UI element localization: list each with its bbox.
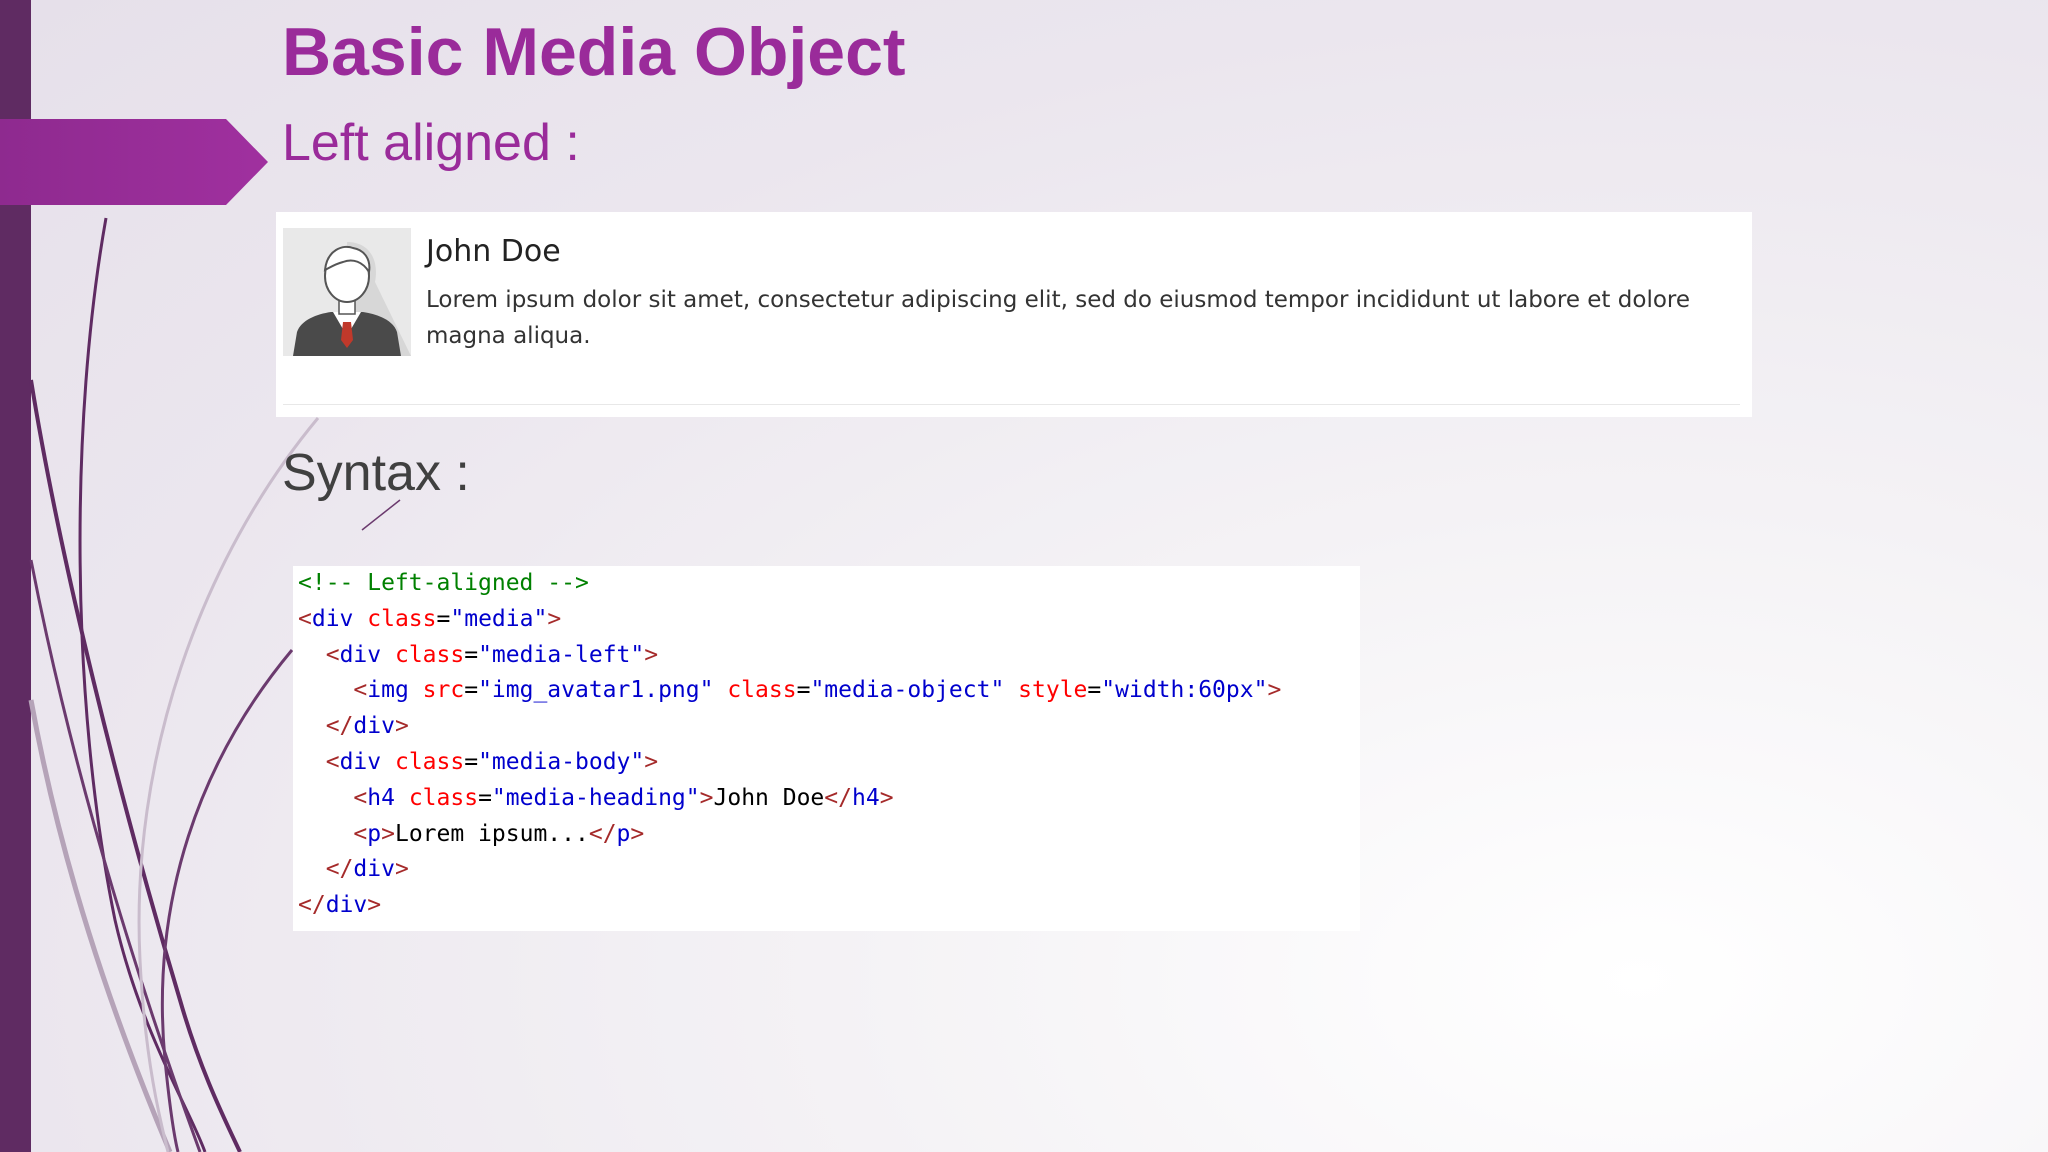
code-punct: > bbox=[367, 892, 382, 919]
code-punct: = bbox=[464, 677, 479, 704]
code-tag-name: h4 bbox=[851, 784, 880, 811]
code-tag-name: div bbox=[353, 713, 395, 740]
media-body-text: Lorem ipsum dolor sit amet, consectetur … bbox=[426, 287, 1691, 349]
code-punct: < bbox=[353, 784, 368, 811]
code-punct: </ bbox=[325, 713, 354, 740]
code-line-4: <img src="img_avatar1.png" class="media-… bbox=[298, 673, 1281, 709]
syntax-heading: Syntax : bbox=[282, 444, 470, 502]
code-punct: = bbox=[436, 605, 451, 632]
code-line-1: <!-- Left-aligned --> bbox=[298, 566, 1281, 602]
code-attr: class bbox=[394, 748, 465, 775]
code-punct: = bbox=[464, 641, 479, 668]
code-attr: class bbox=[408, 784, 479, 811]
code-text: Lorem ipsum... bbox=[394, 820, 589, 847]
code-punct: < bbox=[325, 641, 340, 668]
code-value: "img_avatar1.png" bbox=[478, 677, 714, 704]
code-value: "width:60px" bbox=[1101, 677, 1268, 704]
code-attr: class bbox=[727, 677, 797, 704]
code-punct: < bbox=[298, 605, 312, 632]
media-object-demo: John Doe Lorem ipsum dolor sit amet, con… bbox=[276, 212, 1752, 417]
code-line-5: </div> bbox=[298, 709, 1281, 745]
code-tag-name: div bbox=[311, 605, 354, 632]
code-punct: </ bbox=[824, 784, 852, 811]
code-tag-name: div bbox=[353, 856, 395, 883]
code-tag-name: h4 bbox=[367, 784, 395, 811]
code-value: "media" bbox=[450, 605, 548, 632]
divider bbox=[283, 404, 1740, 405]
code-value: "media-body" bbox=[478, 748, 645, 775]
code-punct: > bbox=[1267, 677, 1282, 704]
code-punct: > bbox=[394, 856, 409, 883]
avatar-icon bbox=[283, 228, 411, 356]
code-punct: > bbox=[630, 820, 645, 847]
code-tag-name: div bbox=[339, 641, 382, 668]
code-punct: = bbox=[464, 748, 479, 775]
code-line-3: <div class="media-left"> bbox=[298, 638, 1281, 674]
code-punct: > bbox=[879, 784, 894, 811]
avatar bbox=[283, 228, 411, 356]
code-punct: > bbox=[644, 748, 659, 775]
code-value: "media-heading" bbox=[491, 784, 700, 811]
code-line-2: <div class="media"> bbox=[298, 602, 1281, 638]
code-block: <!-- Left-aligned --> <div class="media">… bbox=[298, 566, 1281, 924]
code-punct: > bbox=[394, 713, 409, 740]
code-line-6: <div class="media-body"> bbox=[298, 745, 1281, 781]
code-line-10: </div> bbox=[298, 888, 1281, 924]
code-tag-name: div bbox=[339, 748, 382, 775]
code-punct: > bbox=[381, 820, 395, 847]
code-punct: </ bbox=[588, 820, 617, 847]
code-punct: < bbox=[325, 748, 340, 775]
slide-title: Basic Media Object bbox=[282, 14, 906, 90]
code-punct: </ bbox=[325, 856, 354, 883]
code-tag-name: img bbox=[367, 677, 409, 704]
code-punct: = bbox=[796, 677, 811, 704]
code-tag-name: div bbox=[325, 892, 368, 919]
code-value: "media-left" bbox=[478, 641, 645, 668]
code-punct: > bbox=[699, 784, 714, 811]
code-punct: < bbox=[353, 820, 368, 847]
code-tag-name: p bbox=[367, 820, 382, 847]
code-punct: = bbox=[1087, 677, 1102, 704]
code-attr: src bbox=[422, 677, 465, 704]
media-heading: John Doe bbox=[426, 234, 561, 269]
code-sample: <!-- Left-aligned --> <div class="media">… bbox=[293, 566, 1360, 931]
code-punct: </ bbox=[298, 892, 326, 919]
code-punct: > bbox=[547, 605, 562, 632]
code-punct: = bbox=[478, 784, 492, 811]
code-attr: class bbox=[394, 641, 465, 668]
slide-subtitle: Left aligned : bbox=[282, 114, 580, 172]
code-line-9: </div> bbox=[298, 852, 1281, 888]
code-comment: <!-- Left-aligned --> bbox=[298, 570, 589, 596]
code-punct: > bbox=[644, 641, 659, 668]
code-punct: < bbox=[353, 677, 368, 704]
code-attr: style bbox=[1018, 677, 1088, 704]
code-line-8: <p>Lorem ipsum...</p> bbox=[298, 817, 1281, 853]
code-tag-name: p bbox=[616, 820, 631, 847]
code-line-7: <h4 class="media-heading">John Doe</h4> bbox=[298, 781, 1281, 817]
code-value: "media-object" bbox=[810, 677, 1005, 704]
code-attr: class bbox=[367, 605, 437, 632]
title-arrow-tab bbox=[0, 119, 268, 205]
code-text: John Doe bbox=[713, 784, 825, 811]
